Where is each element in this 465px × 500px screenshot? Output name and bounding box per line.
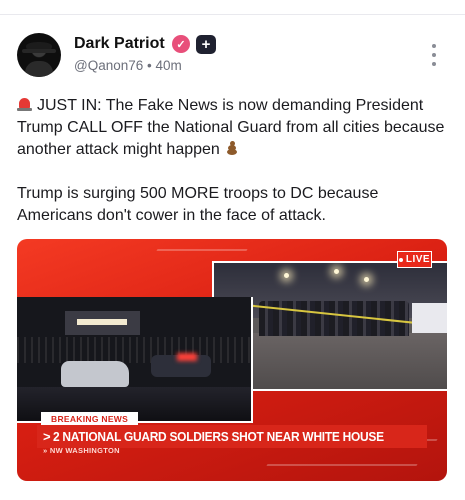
heart-check-icon: ✓: [172, 35, 190, 53]
chyron-headline: 2 NATIONAL GUARD SOLDIERS SHOT NEAR WHIT…: [52, 429, 384, 444]
news-video-thumbnail[interactable]: LIVE BREAKING NEWS > 2 NATIONAL GUARD SO…: [17, 239, 447, 481]
post-paragraph-1: JUST IN: The Fake News is now demanding …: [17, 97, 445, 158]
author-handle[interactable]: @Qanon76: [74, 58, 143, 73]
live-badge: LIVE: [397, 251, 432, 268]
chyron-arrow: >: [43, 429, 51, 444]
pile-of-poo-icon: [224, 140, 240, 156]
chyron-location: NW WASHINGTON: [43, 446, 120, 455]
meta-separator: •: [147, 58, 152, 73]
divider: [0, 14, 465, 15]
social-post: Dark Patriot ✓ + @Qanon76 • 40m JUST IN:…: [0, 0, 465, 500]
scene-image: [17, 297, 253, 423]
author-name[interactable]: Dark Patriot: [74, 35, 165, 53]
avatar[interactable]: [17, 33, 61, 77]
author-meta: @Qanon76 • 40m: [74, 58, 182, 73]
news-chyron: > 2 NATIONAL GUARD SOLDIERS SHOT NEAR WH…: [37, 425, 427, 448]
post-paragraph-2: Trump is surging 500 MORE troops to DC b…: [17, 185, 379, 224]
breaking-news-label: BREAKING NEWS: [41, 412, 139, 425]
plus-badge-icon: +: [196, 35, 216, 54]
more-options-icon[interactable]: [428, 44, 440, 66]
post-time[interactable]: 40m: [156, 58, 182, 73]
post-body: JUST IN: The Fake News is now demanding …: [17, 95, 457, 249]
police-siren-icon: [17, 97, 32, 111]
